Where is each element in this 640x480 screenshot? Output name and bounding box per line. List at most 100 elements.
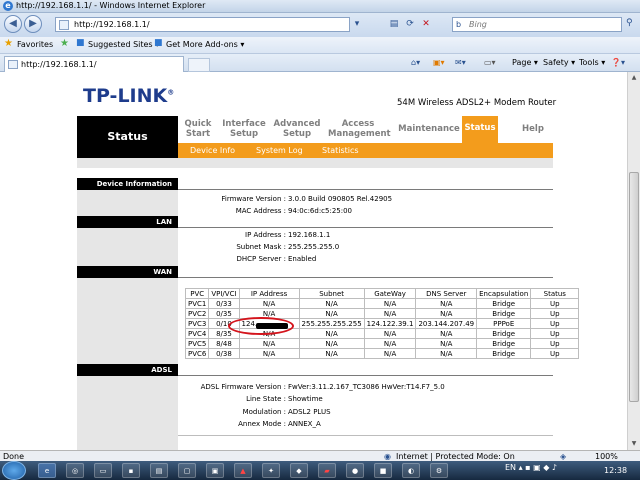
cell: N/A (363, 298, 417, 309)
taskbar-app-icon[interactable]: ■ (374, 463, 392, 478)
left-column (77, 228, 178, 266)
cell: N/A (238, 338, 300, 349)
back-button[interactable]: ◀ (4, 15, 22, 33)
left-column (77, 278, 178, 364)
taskbar-app-icon[interactable]: ◆ (290, 463, 308, 478)
dhcp-value: Enabled (288, 255, 317, 263)
vertical-scrollbar[interactable]: ▲ ▼ (627, 72, 640, 450)
cell: 203.144.207.49 (415, 318, 478, 329)
mac-label: MAC Address : (235, 207, 286, 215)
taskbar-app-icon[interactable]: ✦ (262, 463, 280, 478)
taskbar-app-icon[interactable]: ◐ (402, 463, 420, 478)
cell: PVC3 (184, 318, 210, 329)
modulation-value: ADSL2 PLUS (288, 408, 331, 416)
clock[interactable]: 12:38 (604, 466, 627, 475)
zoom-level[interactable]: 100% (595, 452, 618, 461)
cell: Up (530, 308, 580, 319)
dropdown-icon[interactable]: ▾ (350, 17, 364, 32)
title-bar: e http://192.168.1.1/ - Windows Internet… (0, 0, 640, 13)
section-lan: LAN (77, 216, 553, 228)
favorites-button[interactable]: Favorites (17, 40, 53, 49)
mail-icon[interactable]: ✉▾ (455, 58, 466, 67)
suggested-sites-link[interactable]: Suggested Sites ▾ (88, 40, 159, 49)
taskbar-app-icon[interactable]: ▢ (178, 463, 196, 478)
tab-router[interactable]: http://192.168.1.1/ (4, 56, 184, 72)
left-column (77, 190, 178, 216)
tools-menu[interactable]: Tools ▾ (579, 58, 605, 67)
submenu-device-info[interactable]: Device Info (190, 146, 235, 155)
add-favorite-icon[interactable]: ★ (60, 38, 69, 49)
divider (178, 189, 553, 190)
taskbar-app-icon[interactable]: ● (346, 463, 364, 478)
taskbar-cmd-icon[interactable]: ▪ (122, 463, 140, 478)
lan-mask-value: 255.255.255.0 (288, 243, 340, 251)
addons-link[interactable]: Get More Add-ons ▾ (166, 40, 244, 49)
bing-icon: b (456, 20, 462, 29)
left-column (77, 376, 178, 450)
compatibility-icon[interactable]: ▤ (387, 17, 401, 32)
taskbar-flash-icon[interactable]: ▰ (318, 463, 336, 478)
stop-icon[interactable]: ✕ (419, 17, 433, 32)
menu-status[interactable]: Status (462, 116, 498, 143)
forward-button[interactable]: ▶ (24, 15, 42, 33)
print-icon[interactable]: ▭▾ (484, 58, 496, 67)
scroll-down-icon[interactable]: ▼ (628, 438, 640, 450)
header-ip: IP Address (238, 288, 300, 299)
globe-icon: ◉ (384, 452, 391, 461)
menu-access-management[interactable]: Access Management (328, 119, 391, 139)
taskbar-ie-icon[interactable]: e (38, 463, 56, 478)
menu-maintenance[interactable]: Maintenance (396, 124, 462, 134)
search-input[interactable]: Bing (469, 20, 487, 29)
adsl-fw-value: FwVer:3.11.2.167_TC3086 HwVer:T14.F7_5.0 (288, 383, 445, 391)
cell: N/A (238, 348, 300, 359)
section-label: WAN (77, 266, 178, 278)
help-menu[interactable]: ❓▾ (611, 58, 625, 67)
page-content: TP-LINK® 54M Wireless ADSL2+ Modem Route… (0, 72, 627, 450)
taskbar-app-icon[interactable]: ▣ (206, 463, 224, 478)
menu-interface-setup[interactable]: Interface Setup (222, 119, 266, 139)
submenu-statistics[interactable]: Statistics (322, 146, 359, 155)
modulation-label: Modulation : (242, 408, 286, 416)
menu-quick-start[interactable]: Quick Start (182, 119, 214, 139)
taskbar-app-icon[interactable]: ⚙ (430, 463, 448, 478)
cell: Bridge (476, 298, 532, 309)
line-state-value: Showtime (288, 395, 323, 403)
search-box[interactable]: b Bing (452, 17, 622, 32)
taskbar-app-icon[interactable]: ▤ (150, 463, 168, 478)
section-label: ADSL (77, 364, 178, 376)
safety-menu[interactable]: Safety ▾ (543, 58, 575, 67)
security-zone[interactable]: Internet | Protected Mode: On (396, 452, 515, 461)
new-tab-button[interactable] (188, 58, 210, 72)
ie-icon: e (3, 1, 13, 11)
cell: N/A (298, 348, 365, 359)
search-icon[interactable]: ⚲ (626, 18, 633, 28)
feeds-icon[interactable]: ▣▾ (433, 58, 445, 67)
page-menu[interactable]: Page ▾ (512, 58, 538, 67)
cell: 124.122.39.1 (363, 318, 417, 329)
scroll-thumb[interactable] (629, 172, 639, 402)
header-vpi-vci: VPI/VCI (208, 288, 240, 299)
firmware-label: Firmware Version : (221, 195, 286, 203)
scroll-up-icon[interactable]: ▲ (628, 72, 640, 84)
mac-value: 94:0c:6d:c5:25:00 (288, 207, 353, 215)
cell: N/A (363, 348, 417, 359)
tray-icons[interactable]: ▴ ▪ ▣ ◆ ♪ (519, 463, 557, 472)
taskbar-chrome-icon[interactable]: ◎ (66, 463, 84, 478)
language-indicator[interactable]: EN (505, 463, 516, 472)
submenu-system-log[interactable]: System Log (256, 146, 303, 155)
address-input[interactable]: http://192.168.1.1/ (74, 20, 150, 29)
taskbar-acrobat-icon[interactable]: ▲ (234, 463, 252, 478)
address-bar[interactable]: http://192.168.1.1/ (55, 17, 350, 32)
taskbar-explorer-icon[interactable]: ▭ (94, 463, 112, 478)
home-icon[interactable]: ⌂▾ (411, 58, 420, 67)
menu-advanced-setup[interactable]: Advanced Setup (273, 119, 321, 139)
cell: PVC4 (184, 328, 210, 339)
menu-help[interactable]: Help (518, 124, 548, 134)
line-state-label: Line State : (246, 395, 286, 403)
refresh-icon[interactable]: ⟳ (403, 17, 417, 32)
status-heading: Status (77, 116, 178, 158)
start-button[interactable] (2, 461, 26, 480)
tplink-logo: TP-LINK® (83, 85, 175, 107)
cell: N/A (298, 308, 365, 319)
addons-icon: ■ (154, 38, 163, 48)
